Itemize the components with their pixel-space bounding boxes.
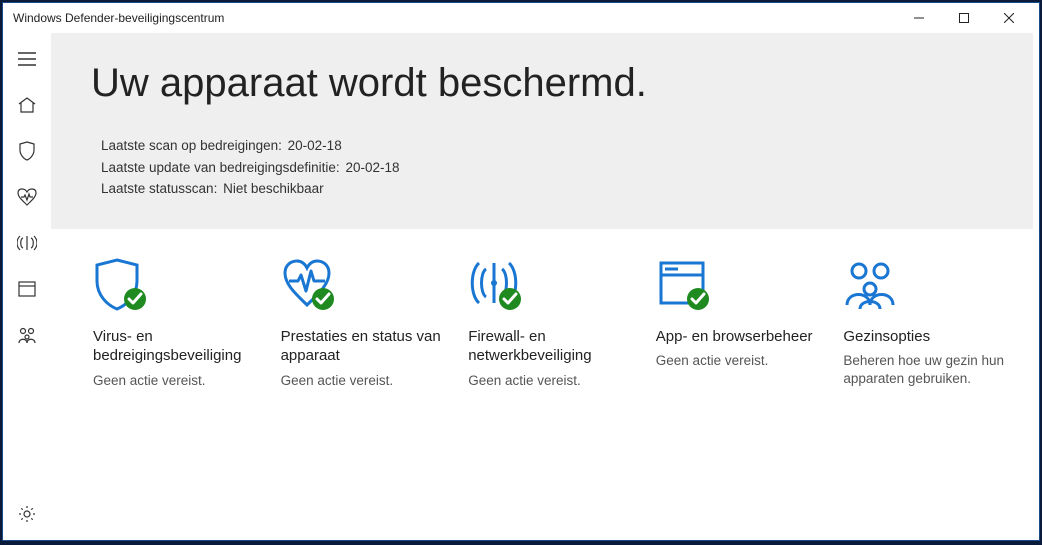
app-window: Windows Defender-beveiligingscentrum <box>2 2 1040 541</box>
tile-family[interactable]: Gezinsopties Beheren hoe uw gezin hun ap… <box>835 257 1015 390</box>
hero-panel: Uw apparaat wordt beschermd. Laatste sca… <box>51 33 1033 229</box>
sidebar-item-device-health[interactable] <box>7 177 47 217</box>
status-block: Laatste scan op bedreigingen: 20-02-18 L… <box>101 136 993 199</box>
hero-heading: Uw apparaat wordt beschermd. <box>91 61 993 106</box>
tile-firewall[interactable]: Firewall- en netwerkbeveiliging Geen act… <box>460 257 640 390</box>
tile-desc: Geen actie vereist. <box>656 352 820 370</box>
window-icon <box>18 281 36 297</box>
tile-virus-threat[interactable]: Virus- en bedreigingsbeveiliging Geen ac… <box>85 257 265 390</box>
home-icon <box>18 97 36 113</box>
tile-icon-wrap <box>468 257 632 315</box>
tile-title: Prestaties en status van apparaat <box>281 327 445 366</box>
status-value: 20-02-18 <box>345 160 399 175</box>
tile-title: Gezinsopties <box>843 327 1007 347</box>
tile-desc: Geen actie vereist. <box>93 372 257 390</box>
maximize-icon <box>959 13 969 23</box>
tiles-row: Virus- en bedreigingsbeveiliging Geen ac… <box>51 229 1039 390</box>
window-title: Windows Defender-beveiligingscentrum <box>11 11 896 25</box>
status-label: Laatste update van bedreigingsdefinitie: <box>101 160 340 175</box>
minimize-button[interactable] <box>896 3 941 33</box>
hamburger-menu-button[interactable] <box>7 39 47 79</box>
gear-icon <box>18 505 36 523</box>
tile-device-health[interactable]: Prestaties en status van apparaat Geen a… <box>273 257 453 390</box>
status-definition-update: Laatste update van bedreigingsdefinitie:… <box>101 158 993 178</box>
shield-large-icon <box>93 257 153 315</box>
tile-icon-wrap <box>656 257 820 315</box>
window-controls <box>896 3 1031 33</box>
firewall-icon <box>17 234 37 252</box>
tile-icon-wrap <box>93 257 257 315</box>
status-threat-scan: Laatste scan op bedreigingen: 20-02-18 <box>101 136 993 156</box>
tile-desc: Geen actie vereist. <box>281 372 445 390</box>
status-value: Niet beschikbaar <box>223 181 324 196</box>
hamburger-icon <box>18 52 36 66</box>
status-label: Laatste statusscan: <box>101 181 217 196</box>
tile-title: Virus- en bedreigingsbeveiliging <box>93 327 257 366</box>
status-label: Laatste scan op bedreigingen: <box>101 138 282 153</box>
sidebar-item-settings[interactable] <box>7 494 47 534</box>
tile-desc: Beheren hoe uw gezin hun apparaten gebru… <box>843 352 1007 388</box>
tile-icon-wrap <box>281 257 445 315</box>
close-button[interactable] <box>986 3 1031 33</box>
sidebar <box>3 33 51 540</box>
status-health-scan: Laatste statusscan: Niet beschikbaar <box>101 179 993 199</box>
family-icon <box>17 326 37 344</box>
tile-icon-wrap <box>843 257 1007 315</box>
heart-large-icon <box>281 257 341 315</box>
maximize-button[interactable] <box>941 3 986 33</box>
firewall-large-icon <box>468 257 528 315</box>
sidebar-item-virus-threat[interactable] <box>7 131 47 171</box>
tile-desc: Geen actie vereist. <box>468 372 632 390</box>
heart-icon <box>17 188 37 206</box>
sidebar-item-family[interactable] <box>7 315 47 355</box>
tile-title: Firewall- en netwerkbeveiliging <box>468 327 632 366</box>
minimize-icon <box>914 13 924 23</box>
titlebar: Windows Defender-beveiligingscentrum <box>3 3 1039 33</box>
tile-app-browser[interactable]: App- en browserbeheer Geen actie vereist… <box>648 257 828 390</box>
sidebar-item-app-browser[interactable] <box>7 269 47 309</box>
shield-icon <box>18 141 36 161</box>
tile-title: App- en browserbeheer <box>656 327 820 347</box>
window-body: Uw apparaat wordt beschermd. Laatste sca… <box>3 33 1039 540</box>
status-value: 20-02-18 <box>288 138 342 153</box>
sidebar-item-firewall[interactable] <box>7 223 47 263</box>
family-large-icon <box>843 257 903 315</box>
window-large-icon <box>656 257 716 315</box>
sidebar-item-home[interactable] <box>7 85 47 125</box>
close-icon <box>1004 13 1014 23</box>
main-content: Uw apparaat wordt beschermd. Laatste sca… <box>51 33 1039 540</box>
